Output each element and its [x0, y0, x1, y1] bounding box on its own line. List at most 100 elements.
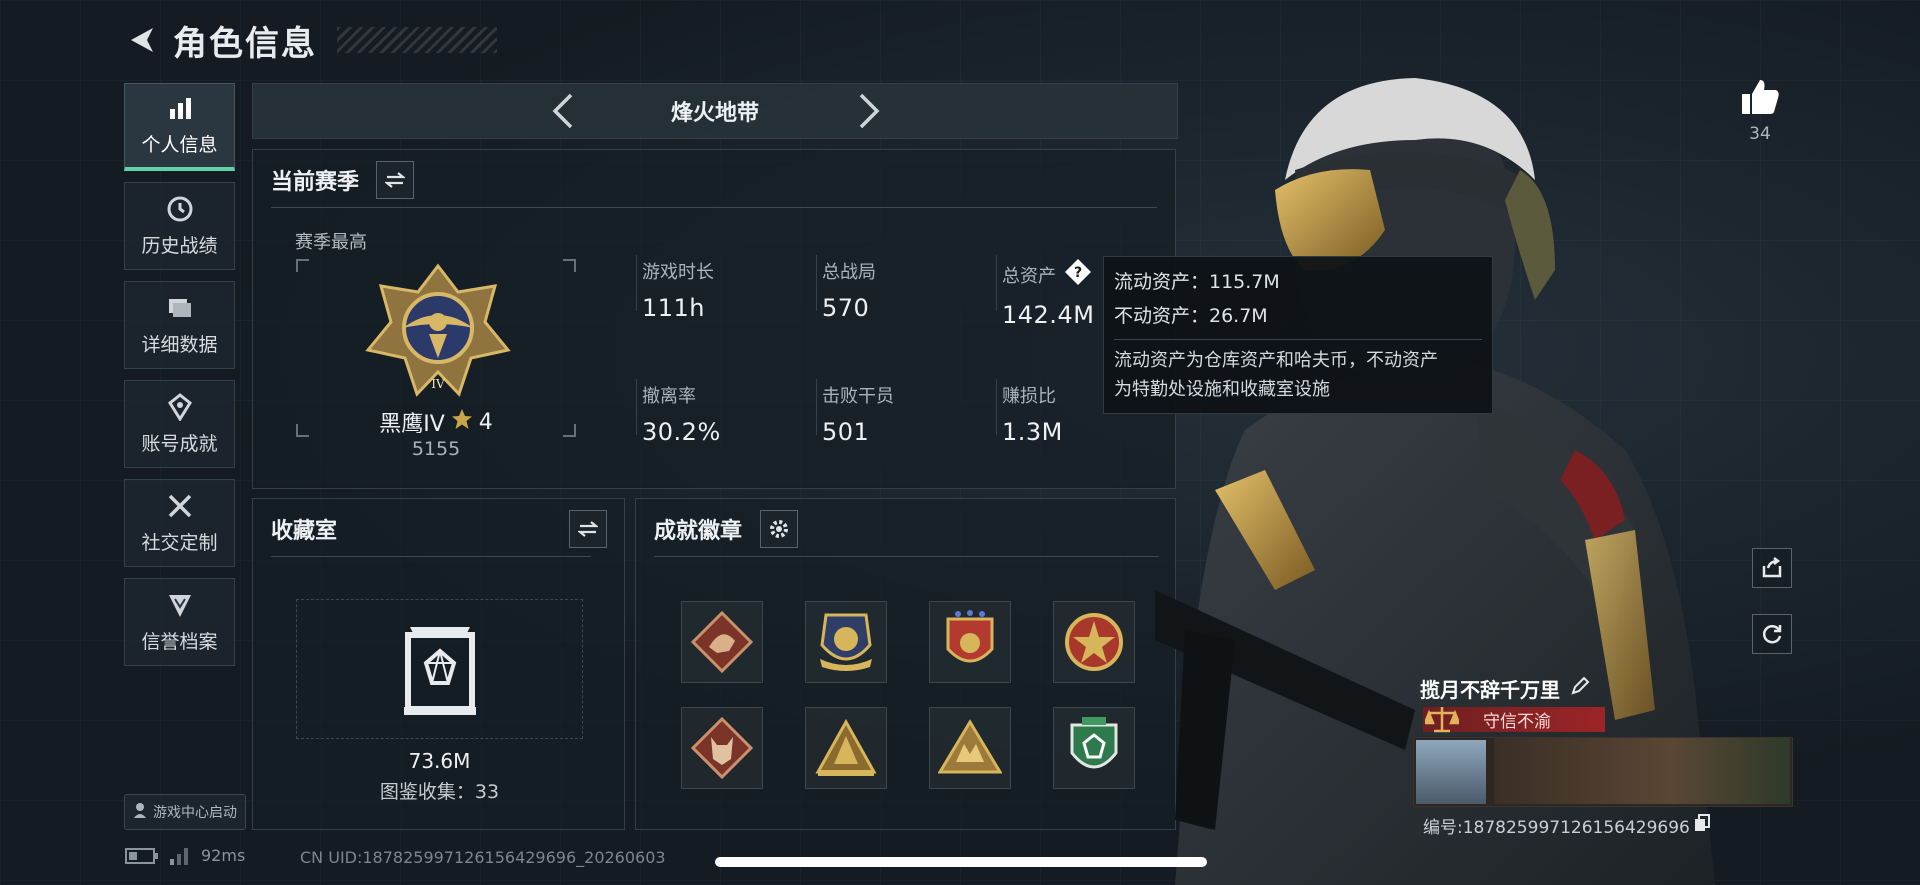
divider	[816, 255, 817, 311]
rank-line: 黑鹰IV 4	[295, 406, 577, 438]
sidebar-item-achievements[interactable]: 账号成就	[124, 380, 235, 468]
divider	[1114, 339, 1482, 340]
like-button[interactable]: 34	[1735, 78, 1785, 144]
back-arrow-icon[interactable]	[125, 23, 159, 57]
person-icon	[133, 802, 147, 822]
wolf-badge-icon	[691, 717, 753, 779]
sidebar-item-social[interactable]: 社交定制	[124, 479, 235, 567]
sidebar-item-history[interactable]: 历史战绩	[124, 182, 235, 270]
stat-kills: 击败干员 501	[822, 382, 894, 446]
stat-label: 击败干员	[822, 386, 894, 407]
sidebar: 个人信息 历史战绩 详细数据 账号成就 社交定制 信誉档案	[124, 83, 237, 677]
stat-value: 111h	[642, 294, 706, 322]
sidebar-item-label: 信誉档案	[141, 630, 218, 653]
stat-label: 总战局	[822, 262, 876, 283]
tooltip-desc-line2: 为特勤处设施和收藏室设施	[1114, 379, 1330, 400]
star-icon	[451, 408, 473, 436]
pyramid-badge-icon	[938, 719, 1002, 774]
green-shield-badge-icon	[1070, 717, 1118, 769]
home-indicator[interactable]	[715, 857, 1207, 867]
swap-icon[interactable]	[569, 510, 607, 548]
divider	[271, 207, 1157, 208]
clock-icon	[166, 195, 194, 223]
divider	[636, 255, 637, 311]
stat-play-time: 游戏时长 111h	[642, 258, 714, 322]
badge-dragon[interactable]	[681, 601, 763, 683]
rank-name: 黑鹰IV	[379, 412, 445, 437]
rank-emblem-icon: IV	[365, 263, 511, 397]
bar-chart-icon	[166, 94, 194, 122]
sidebar-item-label: 账号成就	[141, 432, 218, 455]
stat-value: 501	[822, 418, 870, 446]
player-title-badge: 守信不渝	[1423, 707, 1605, 733]
stars-badge-icon	[946, 610, 994, 663]
launch-label: 游戏中心启动	[153, 805, 237, 821]
divider	[654, 556, 1159, 557]
tooltip-liquid-assets: 流动资产：115.7M	[1114, 271, 1280, 293]
sidebar-item-personal-info[interactable]: 个人信息	[124, 83, 235, 171]
help-icon[interactable]: ?	[1064, 258, 1092, 291]
stat-profit-ratio: 赚损比 1.3M	[1002, 382, 1063, 446]
sidebar-item-details[interactable]: 详细数据	[124, 281, 235, 369]
scale-icon	[1425, 707, 1459, 733]
gear-icon[interactable]	[760, 510, 798, 548]
stat-total-matches: 总战局 570	[822, 258, 876, 322]
stat-label: 赚损比	[1002, 386, 1056, 407]
badge-wolf[interactable]	[681, 707, 763, 789]
badge-wings[interactable]	[805, 601, 887, 683]
page-header: 角色信息	[125, 18, 497, 64]
season-panel: 当前赛季 赛季最高 IV 黑鹰IV 4 5155 游戏时长 111h 总战局 5…	[252, 149, 1176, 489]
stat-value: 1.3M	[1002, 418, 1063, 446]
tooltip-desc-line1: 流动资产为仓库资产和哈夫币，不动资产	[1114, 350, 1438, 371]
banner-art	[1494, 738, 1790, 804]
status-bar: 92ms	[125, 846, 245, 865]
player-title: 守信不渝	[1483, 712, 1551, 732]
folder-icon	[166, 294, 194, 322]
player-id: 编号:18782599712615642969­6	[1423, 818, 1690, 838]
triangle-badge-icon	[815, 718, 877, 776]
divider	[996, 379, 997, 435]
player-name: 揽月不辞千万里	[1420, 678, 1560, 702]
game-center-launch-button[interactable]: 游戏中心启动	[124, 794, 246, 830]
stat-label: 撤离率	[642, 386, 696, 407]
svg-text:?: ?	[1074, 265, 1082, 281]
collection-count: 图鉴收集：33	[379, 781, 500, 803]
page-title: 角色信息	[173, 23, 317, 64]
rank-points: 5155	[411, 438, 461, 460]
medal-badge-icon	[1065, 613, 1123, 671]
badge-triangle[interactable]	[805, 707, 887, 789]
stat-value: 30.2%	[642, 418, 721, 446]
edit-icon[interactable]	[1570, 676, 1590, 701]
like-count: 34	[1749, 124, 1771, 144]
svg-text:IV: IV	[431, 377, 445, 391]
divider	[271, 556, 591, 557]
shield-icon	[166, 591, 194, 619]
title-decoration	[337, 27, 497, 53]
collection-value: 73.6M	[408, 749, 471, 773]
badges-panel: 成就徽章	[635, 498, 1176, 830]
stat-value: 570	[822, 294, 870, 322]
swap-icon[interactable]	[376, 161, 414, 199]
sidebar-item-credit[interactable]: 信誉档案	[124, 578, 235, 666]
signal-icon	[170, 847, 188, 865]
stat-total-assets: 总资产 ? 142.4M	[1002, 258, 1094, 329]
collection-panel: 收藏室 73.6M 图鉴收集：33	[252, 498, 625, 830]
wings-badge-icon	[820, 613, 872, 671]
share-icon[interactable]	[1752, 548, 1792, 588]
badge-pyramid[interactable]	[929, 707, 1011, 789]
badges-title: 成就徽章	[654, 519, 743, 544]
refresh-icon[interactable]	[1752, 614, 1792, 654]
mode-selector: 烽火地带	[252, 83, 1178, 139]
badge-medal[interactable]	[1053, 601, 1135, 683]
badge-stars[interactable]	[929, 601, 1011, 683]
badge-green-shield[interactable]	[1053, 707, 1135, 789]
season-title: 当前赛季	[271, 170, 360, 195]
season-highest-label: 赛季最高	[295, 232, 367, 253]
chevron-right-icon[interactable]	[853, 93, 885, 129]
copy-icon[interactable]	[1694, 814, 1710, 837]
assets-tooltip: 流动资产：115.7M 不动资产：26.7M 流动资产为仓库资产和哈夫币，不动资…	[1103, 256, 1493, 414]
chevron-left-icon[interactable]	[547, 93, 579, 129]
stat-label-row: 总资产 ?	[1002, 258, 1094, 291]
stat-value: 142.4M	[1002, 301, 1095, 329]
player-card-banner[interactable]	[1413, 737, 1793, 807]
